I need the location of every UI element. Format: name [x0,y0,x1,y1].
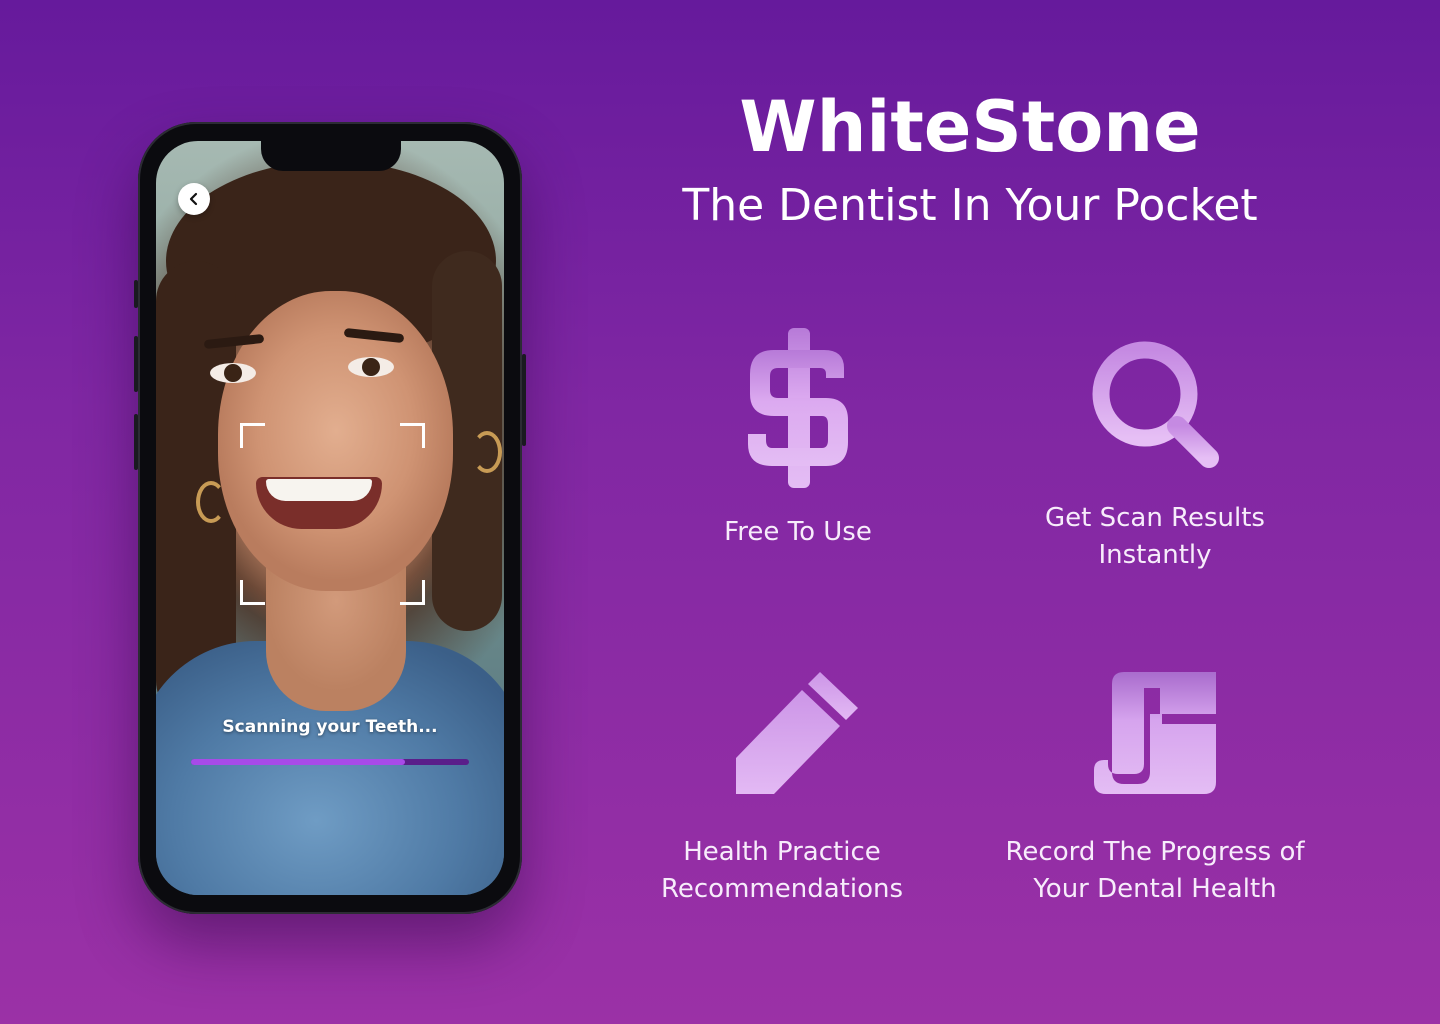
feature-label: Get Scan Results Instantly [1005,500,1305,574]
feature-label-line: Recommendations [660,874,903,904]
back-button[interactable] [178,183,210,215]
phone-mockup: Scanning your Teeth... [134,122,526,914]
brand-tagline: The Dentist In Your Pocket [682,180,1258,231]
phone-side-button [134,280,138,308]
phone-notch [261,141,401,171]
photo-earring [472,431,502,473]
feature-label: Record The Progress of Your Dental Healt… [985,834,1325,908]
photo-eye [210,363,256,383]
feature-label-line: Instantly [1098,540,1212,570]
camera-preview: Scanning your Teeth... [156,141,504,895]
scan-frame-corner-bottom-right [400,580,425,605]
feature-instant-results: Get Scan Results Instantly [1005,322,1305,582]
photo-teeth [266,479,372,501]
chevron-left-icon [189,192,198,206]
phone-side-button [134,336,138,392]
document-icon [1090,668,1220,802]
feature-record-progress: Record The Progress of Your Dental Healt… [985,668,1325,918]
scan-frame-corner-top-left [240,423,265,448]
feature-label-line: Free To Use [724,517,872,547]
feature-label-line: Get Scan Results [1045,503,1265,533]
feature-label: Health Practice Recommendations [632,834,932,908]
dollar-icon [744,328,854,492]
feature-health-recommendations: Health Practice Recommendations [632,668,932,918]
phone-power-button [522,354,526,446]
phone-side-button [134,414,138,470]
scan-frame-corner-bottom-left [240,580,265,605]
pencil-icon [732,672,862,804]
magnifier-icon [1091,340,1225,478]
photo-earring [196,481,226,523]
scan-status-label: Scanning your Teeth... [222,717,438,737]
feature-free-to-use: Free To Use [658,322,938,562]
scan-progress-fill [191,759,406,765]
feature-label-line: Record The Progress of [1005,837,1305,867]
brand-title: WhiteStone [739,86,1201,168]
scan-frame-corner-top-right [400,423,425,448]
scan-progress-bar [191,759,469,765]
feature-label-line: Health Practice [683,837,881,867]
feature-label: Free To Use [658,514,938,551]
photo-eye [348,357,394,377]
feature-label-line: Your Dental Health [1033,874,1277,904]
